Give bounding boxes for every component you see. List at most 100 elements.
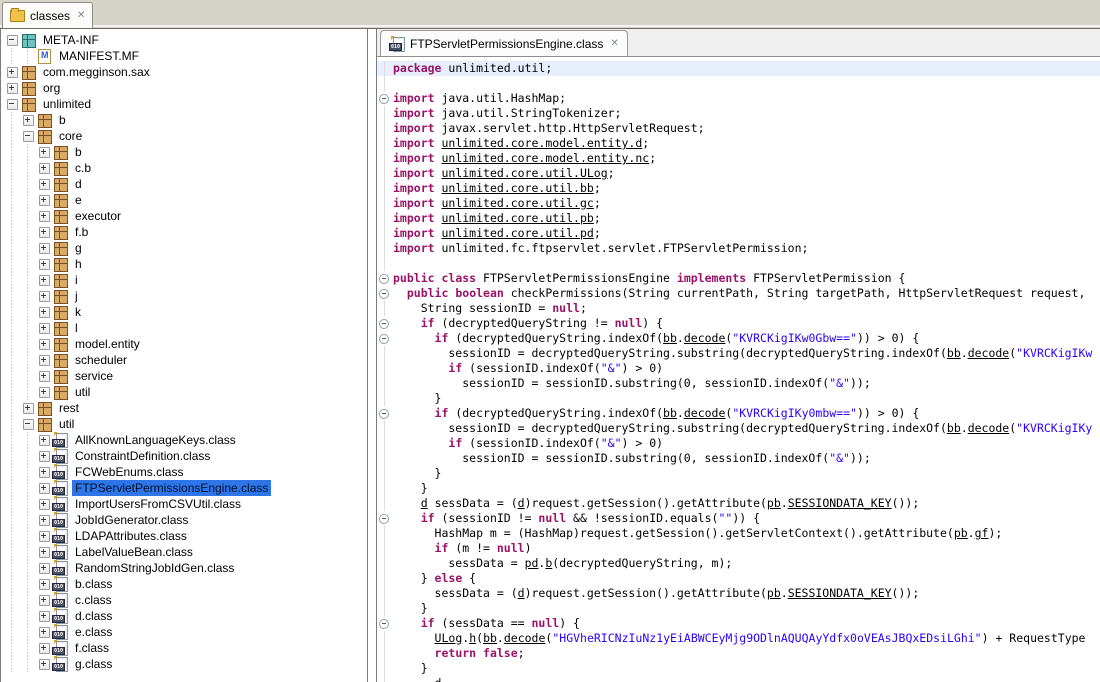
collapse-minus-icon[interactable] [20,416,36,432]
tree-indent-guide [20,640,36,656]
tree-item[interactable]: scheduler [1,352,367,368]
expand-plus-icon[interactable] [36,656,52,672]
tree-item[interactable]: g [1,240,367,256]
expand-plus-icon[interactable] [20,400,36,416]
collapse-minus-icon[interactable] [4,96,20,112]
tree-item[interactable]: unlimited [1,96,367,112]
expand-plus-icon[interactable] [36,192,52,208]
tree-item[interactable]: META-INF [1,32,367,48]
expand-plus-icon[interactable] [4,80,20,96]
expand-plus-icon[interactable] [36,144,52,160]
tree-item-label: l [72,320,81,336]
tree-item[interactable]: model.entity [1,336,367,352]
expand-plus-icon[interactable] [36,480,52,496]
expand-plus-icon[interactable] [20,112,36,128]
tree-item[interactable]: k [1,304,367,320]
tree-item[interactable]: ImportUsersFromCSVUtil.class [1,496,367,512]
fold-collapse-icon[interactable] [377,511,393,526]
expand-plus-icon[interactable] [36,464,52,480]
tree-item[interactable]: util [1,384,367,400]
expand-plus-icon[interactable] [36,608,52,624]
fold-collapse-icon[interactable] [377,406,393,421]
tree-item[interactable]: e.class [1,624,367,640]
collapse-minus-icon[interactable] [4,32,20,48]
code-area[interactable]: package unlimited.util;import java.util.… [377,57,1100,682]
tree-item[interactable]: FCWebEnums.class [1,464,367,480]
expand-plus-icon[interactable] [36,432,52,448]
fold-collapse-icon[interactable] [377,616,393,631]
package-icon [52,256,68,272]
expand-plus-icon[interactable] [36,368,52,384]
tree-item[interactable]: f.b [1,224,367,240]
expand-plus-icon[interactable] [4,64,20,80]
tree-indent-guide [4,496,20,512]
tree-item[interactable]: rest [1,400,367,416]
tree-item[interactable]: LDAPAttributes.class [1,528,367,544]
tree-item[interactable]: com.megginson.sax [1,64,367,80]
tree-item[interactable]: util [1,416,367,432]
expand-plus-icon[interactable] [36,496,52,512]
tree-item[interactable]: f.class [1,640,367,656]
expand-plus-icon[interactable] [36,592,52,608]
expand-plus-icon[interactable] [36,240,52,256]
expand-plus-icon[interactable] [36,528,52,544]
expand-plus-icon[interactable] [36,336,52,352]
tree-item[interactable]: JobIdGenerator.class [1,512,367,528]
expand-plus-icon[interactable] [36,544,52,560]
tree-item[interactable]: RandomStringJobIdGen.class [1,560,367,576]
tree-item[interactable]: org [1,80,367,96]
expand-plus-icon[interactable] [36,272,52,288]
fold-gutter [377,541,393,556]
tree-item[interactable]: g.class [1,656,367,672]
tree-item[interactable]: c.b [1,160,367,176]
fold-collapse-icon[interactable] [377,91,393,106]
tree-item[interactable]: l [1,320,367,336]
code-line: d [377,676,1100,682]
expand-plus-icon[interactable] [36,624,52,640]
expand-plus-icon[interactable] [36,208,52,224]
expand-plus-icon[interactable] [36,576,52,592]
fold-collapse-icon[interactable] [377,271,393,286]
tree-item[interactable]: b.class [1,576,367,592]
tree-item[interactable]: b [1,144,367,160]
expand-plus-icon[interactable] [36,448,52,464]
tree-item[interactable]: d [1,176,367,192]
expand-plus-icon[interactable] [36,256,52,272]
expand-plus-icon[interactable] [36,320,52,336]
tree-item[interactable]: FTPServletPermissionsEngine.class [1,480,367,496]
fold-collapse-icon[interactable] [377,331,393,346]
close-icon[interactable]: ✕ [610,39,618,49]
tree-item[interactable]: e [1,192,367,208]
fold-collapse-icon[interactable] [377,286,393,301]
tree-item[interactable]: j [1,288,367,304]
fold-collapse-icon[interactable] [377,316,393,331]
tree-item[interactable]: c.class [1,592,367,608]
expand-plus-icon[interactable] [36,224,52,240]
close-icon[interactable]: ✕ [77,11,85,21]
tree-item[interactable]: i [1,272,367,288]
tree-item[interactable]: MANIFEST.MF [1,48,367,64]
tree-item[interactable]: core [1,128,367,144]
expand-plus-icon[interactable] [36,384,52,400]
tree-item-label: util [72,384,93,400]
expand-plus-icon[interactable] [36,512,52,528]
expand-plus-icon[interactable] [36,160,52,176]
expand-plus-icon[interactable] [36,176,52,192]
tab-classes[interactable]: classes ✕ [2,2,93,28]
expand-plus-icon[interactable] [36,304,52,320]
tree-item[interactable]: d.class [1,608,367,624]
tree-item[interactable]: service [1,368,367,384]
tree-item[interactable]: ConstraintDefinition.class [1,448,367,464]
tree-item[interactable]: LabelValueBean.class [1,544,367,560]
expand-plus-icon[interactable] [36,288,52,304]
tree-item[interactable]: executor [1,208,367,224]
tree-item[interactable]: AllKnownLanguageKeys.class [1,432,367,448]
tab-ftpservletpermissionsengine[interactable]: FTPServletPermissionsEngine.class ✕ [380,30,628,56]
tree-item[interactable]: b [1,112,367,128]
expand-plus-icon[interactable] [36,560,52,576]
expand-plus-icon[interactable] [36,640,52,656]
expand-plus-icon[interactable] [36,352,52,368]
tree-item[interactable]: h [1,256,367,272]
panel-divider[interactable] [368,29,376,682]
collapse-minus-icon[interactable] [20,128,36,144]
